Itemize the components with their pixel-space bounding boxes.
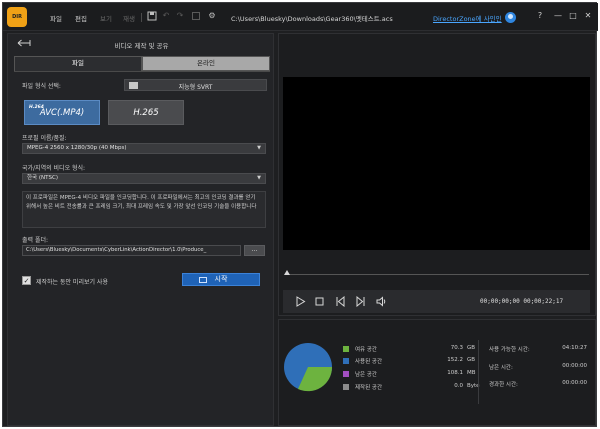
save-icon[interactable] — [147, 11, 157, 21]
legend-swatch — [343, 358, 349, 364]
preview-panel: 00;00;00;00 00;00;22;17 — [278, 33, 596, 316]
profile-dropdown[interactable]: MPEG-4 2560 x 1280/30p (40 Mbps) ▼ — [22, 143, 266, 154]
toolbar-divider — [141, 13, 142, 22]
tab-divider — [14, 71, 270, 72]
gear-icon[interactable]: ⚙ — [207, 11, 217, 21]
produce-panel: 비디오 제작 및 공유 파일 온라인 파일 형식 선택: 지능형 SVRT H.… — [7, 33, 274, 426]
country-format-value: 한국 (NTSC) — [27, 175, 58, 181]
app-logo: DIR — [7, 7, 27, 27]
legend-label: 사용된 공간 — [355, 359, 383, 365]
legend-unit: GB — [467, 357, 476, 363]
format-avc-label: AVC(.MP4) — [39, 108, 85, 118]
legend-value: 152.2 — [447, 357, 463, 363]
time-value: 04:10:27 — [562, 345, 587, 351]
storage-pie-chart — [284, 343, 333, 392]
legend-unit: GB — [467, 345, 476, 351]
app-window: DIR 파일 편집 보기 재생 ↶ ↷ ⚙ C:\Users\Bluesky\D… — [2, 2, 598, 427]
menu-file[interactable]: 파일 — [50, 13, 62, 23]
legend-label: 제작된 공간 — [355, 385, 383, 391]
minimize-button[interactable]: — — [553, 11, 563, 20]
legend-value: 70.3 — [450, 345, 463, 351]
country-format-dropdown[interactable]: 한국 (NTSC) ▼ — [22, 173, 266, 184]
time-value: 00:00:00 — [562, 363, 587, 369]
menu-view[interactable]: 보기 — [100, 13, 112, 23]
undo-icon[interactable]: ↶ — [161, 11, 171, 21]
legend-value: 0.0 — [454, 383, 463, 389]
playhead-handle[interactable] — [284, 270, 290, 275]
output-folder-label: 출력 폴더: — [22, 237, 49, 244]
panel-title: 비디오 제작 및 공유 — [114, 42, 169, 50]
preview-checkbox[interactable]: ✓ — [22, 276, 31, 285]
stop-icon[interactable] — [314, 296, 325, 307]
produce-icon — [199, 277, 207, 283]
output-folder-field[interactable]: C:\Users\Bluesky\Documents\CyberLink\Act… — [22, 245, 241, 256]
browse-button[interactable]: ... — [244, 245, 265, 256]
legend-value: 108.1 — [447, 370, 463, 376]
title-bar: DIR 파일 편집 보기 재생 ↶ ↷ ⚙ C:\Users\Bluesky\D… — [3, 3, 598, 31]
legend-swatch — [343, 371, 349, 377]
close-button[interactable]: ✕ — [583, 11, 593, 20]
play-icon[interactable] — [295, 296, 306, 307]
country-format-label: 국가/지역의 비디오 형식: — [22, 165, 86, 172]
previous-frame-icon[interactable] — [335, 296, 346, 307]
next-frame-icon[interactable] — [355, 296, 366, 307]
start-label: 시작 — [214, 275, 228, 283]
format-hevc-button[interactable]: H.265 — [108, 100, 184, 125]
redo-icon[interactable]: ↷ — [175, 11, 185, 21]
timecode-readout: 00;00;00;00 00;00;22;17 — [480, 298, 564, 305]
time-value: 00:00:00 — [562, 380, 587, 386]
tab-bar: 파일 온라인 — [14, 56, 270, 71]
maximize-button[interactable]: □ — [568, 11, 578, 20]
preview-label: 제작하는 동안 미리보기 사용 — [36, 279, 108, 286]
start-button[interactable]: 시작 — [182, 273, 260, 286]
menu-play[interactable]: 재생 — [123, 13, 135, 23]
legend-swatch — [343, 384, 349, 390]
player-controls: 00;00;00;00 00;00;22;17 — [283, 290, 590, 313]
volume-icon[interactable] — [376, 296, 387, 307]
timeline-track[interactable] — [287, 274, 589, 275]
chevron-down-icon: ▼ — [257, 175, 261, 181]
time-label: 남은 시간: — [489, 365, 513, 371]
legend-swatch — [343, 346, 349, 352]
svrt-button[interactable]: 지능형 SVRT — [124, 79, 267, 91]
profile-description: 이 프로파일은 MPEG-4 비디오 파일을 인코딩합니다. 이 프로파일에서는… — [22, 191, 266, 228]
time-label: 경과한 시간: — [489, 382, 518, 388]
crop-icon[interactable] — [191, 11, 201, 21]
help-button[interactable]: ? — [535, 11, 545, 20]
legend-label: 여유 공간 — [355, 347, 377, 353]
profile-label: 프로필 이름/품질: — [22, 135, 67, 142]
tab-online[interactable]: 온라인 — [142, 56, 270, 71]
video-preview — [283, 77, 590, 250]
signin-link[interactable]: DirectorZone에 사인인 — [433, 13, 502, 23]
svrt-label: 지능형 SVRT — [178, 84, 213, 91]
menu-edit[interactable]: 편집 — [75, 13, 87, 23]
h264-label: H.264 — [29, 105, 44, 110]
legend-unit: MB — [467, 370, 476, 376]
chevron-down-icon: ▼ — [257, 145, 261, 151]
profile-value: MPEG-4 2560 x 1280/30p (40 Mbps) — [27, 145, 127, 151]
time-label: 사용 가능한 시간: — [489, 347, 530, 353]
legend-label: 남은 공간 — [355, 372, 377, 378]
file-format-label: 파일 형식 선택: — [22, 83, 61, 90]
format-avc-button[interactable]: H.264 AVC(.MP4) — [24, 100, 100, 125]
project-file-path: C:\Users\Bluesky\Downloads\Gear360\멧테스트.… — [231, 15, 393, 23]
user-icon[interactable] — [505, 12, 516, 23]
tab-file[interactable]: 파일 — [14, 56, 142, 71]
storage-panel: 여유 공간 70.3 GB 사용된 공간 152.2 GB 남은 공간 108.… — [278, 319, 596, 426]
storage-divider — [478, 340, 479, 404]
